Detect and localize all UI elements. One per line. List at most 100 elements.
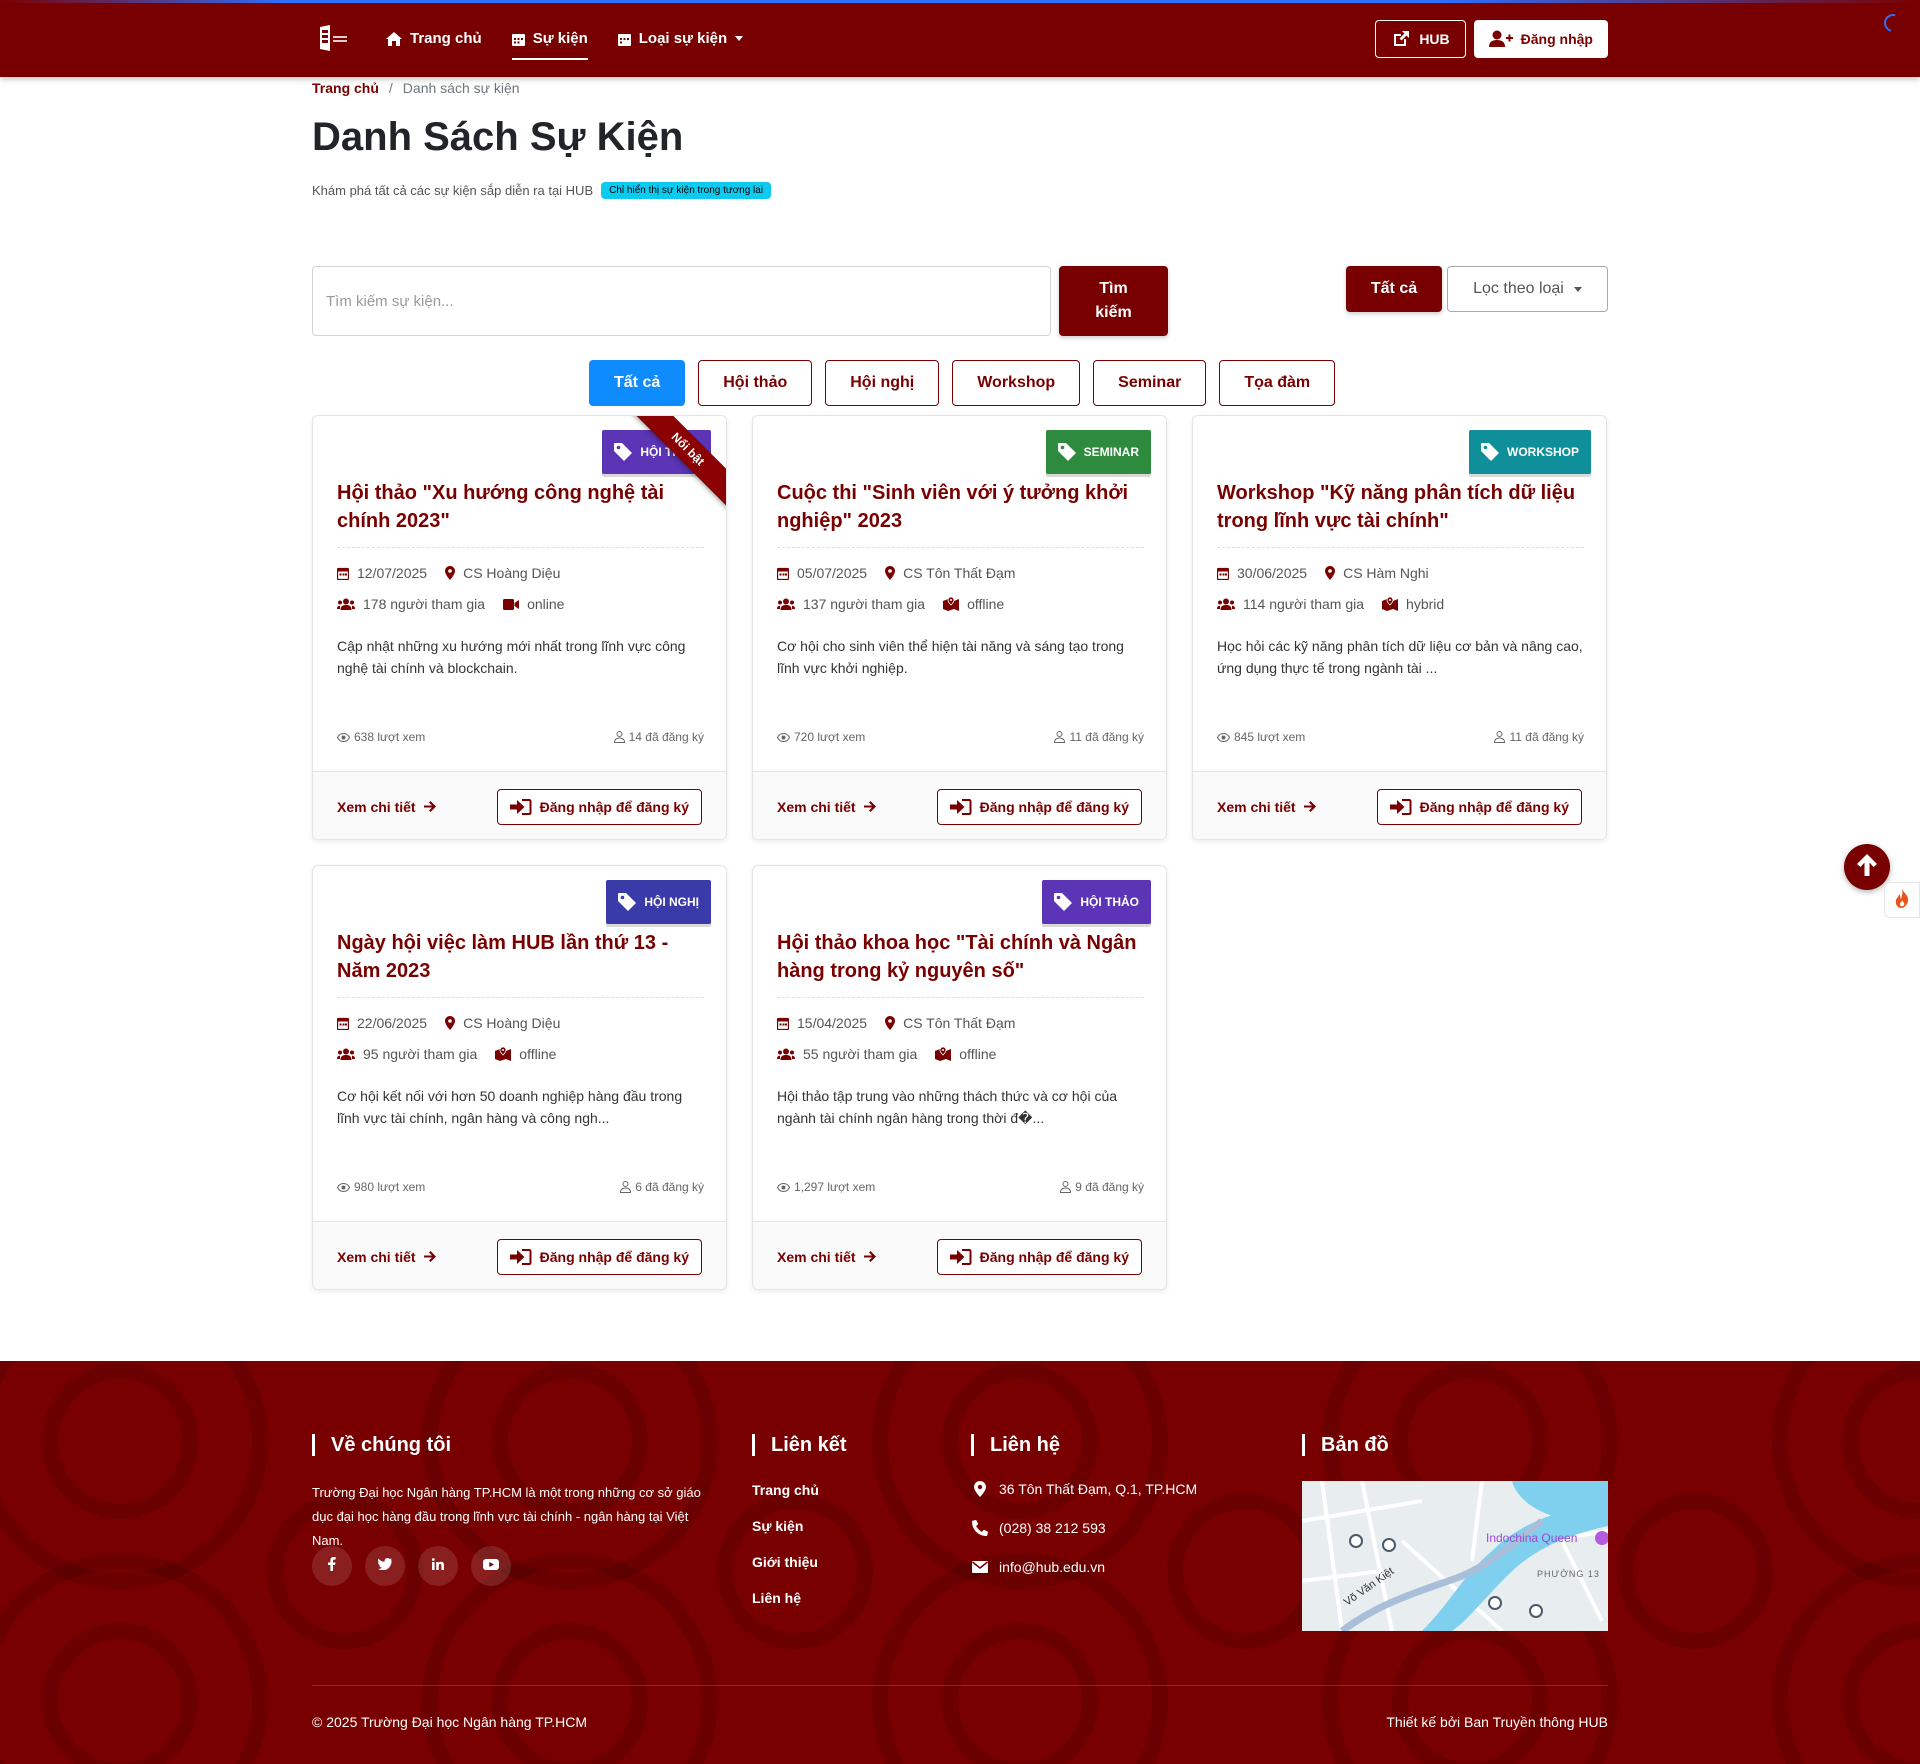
sign-in-icon	[949, 1248, 972, 1266]
footer-link-contact[interactable]: Liên hệ	[752, 1590, 801, 1606]
category-pill-hoi-thao[interactable]: Hội thảo	[698, 360, 813, 406]
event-participants: 95 người tham gia	[363, 1046, 478, 1062]
view-detail-link[interactable]: Xem chi tiết	[777, 1249, 876, 1265]
category-pill-workshop[interactable]: Workshop	[952, 360, 1081, 406]
event-type-badge: WORKSHOP	[1469, 430, 1591, 474]
footer-link-events[interactable]: Sự kiện	[752, 1518, 803, 1534]
event-type-badge: SEMINAR	[1045, 430, 1151, 474]
event-card[interactable]: HỘI NGHỊ Ngày hội việc làm HUB lần thứ 1…	[312, 865, 727, 1290]
phone-icon	[971, 1520, 989, 1536]
login-button[interactable]: Đăng nhập	[1473, 19, 1608, 58]
event-meta-row: 05/07/2025 CS Tôn Thất Đạm	[777, 565, 1015, 581]
event-views-text: 1,297 lượt xem	[794, 1180, 876, 1194]
show-all-button[interactable]: Tất cả	[1346, 266, 1442, 312]
card-divider	[337, 547, 704, 548]
event-location: CS Hoàng Diệu	[463, 1015, 561, 1031]
login-to-register-button[interactable]: Đăng nhập để đăng ký	[496, 788, 702, 825]
login-to-register-button[interactable]: Đăng nhập để đăng ký	[496, 1238, 702, 1275]
breadcrumb-home-link[interactable]: Trang chủ	[312, 80, 379, 96]
login-to-register-label: Đăng nhập để đăng ký	[1419, 798, 1569, 815]
event-card[interactable]: SEMINAR Cuộc thi "Sinh viên với ý tưởng …	[752, 415, 1167, 840]
search-button[interactable]: Tìm kiếm	[1059, 266, 1168, 336]
map-marker-icon	[1325, 566, 1336, 580]
event-mode: offline	[967, 596, 1005, 612]
event-participants: 137 người tham gia	[803, 596, 926, 612]
event-views: 845 lượt xem	[1217, 730, 1305, 744]
login-to-register-button[interactable]: Đăng nhập để đăng ký	[936, 788, 1142, 825]
event-registered: 14 đã đăng ký	[613, 730, 704, 744]
envelope-icon	[971, 1561, 989, 1573]
view-detail-link[interactable]: Xem chi tiết	[337, 1249, 436, 1265]
side-fire-widget[interactable]	[1884, 882, 1920, 918]
calendar-icon	[777, 567, 789, 580]
view-detail-link[interactable]: Xem chi tiết	[1217, 799, 1316, 815]
view-detail-label: Xem chi tiết	[337, 798, 416, 815]
youtube-button[interactable]	[471, 1546, 511, 1586]
event-card[interactable]: HỘI THẢO Hội thảo khoa học "Tài chính và…	[752, 865, 1167, 1290]
event-views: 980 lượt xem	[337, 1180, 425, 1194]
navbar-inner: Trang chủ Sự kiện Loại sự kiện HUB Đăng …	[312, 0, 1608, 77]
event-registered: 9 đã đăng ký	[1060, 1180, 1144, 1194]
scroll-to-top-button[interactable]	[1844, 844, 1890, 890]
event-title[interactable]: Cuộc thi "Sinh viên với ý tưởng khởi ngh…	[777, 479, 1147, 535]
footer-map[interactable]: Indochina Queen PHƯỜNG 13 Võ Văn Kiệt	[1302, 1481, 1608, 1631]
footer-about-title: Về chúng tôi	[312, 1434, 451, 1456]
filter-by-type-label: Lọc theo loại	[1473, 280, 1564, 297]
login-to-register-label: Đăng nhập để đăng ký	[979, 1248, 1129, 1265]
map-marker-icon	[971, 1481, 989, 1497]
category-pill-hoi-nghi[interactable]: Hội nghị	[825, 360, 940, 406]
category-pill-seminar[interactable]: Seminar	[1093, 360, 1207, 406]
users-icon	[777, 1048, 795, 1060]
event-title[interactable]: Workshop "Kỹ năng phân tích dữ liệu tron…	[1217, 479, 1587, 535]
footer-designer-credit: Thiết kế bởi Ban Truyền thông HUB	[1386, 1714, 1608, 1730]
event-title[interactable]: Ngày hội việc làm HUB lần thứ 13 - Năm 2…	[337, 929, 707, 985]
login-button-label: Đăng nhập	[1520, 30, 1593, 47]
login-to-register-label: Đăng nhập để đăng ký	[979, 798, 1129, 815]
hub-logo[interactable]	[312, 19, 352, 59]
map-ward-label: PHƯỜNG 13	[1537, 1569, 1600, 1579]
footer-map-title: Bản đồ	[1302, 1434, 1389, 1456]
event-date: 30/06/2025	[1237, 565, 1308, 581]
calendar-icon	[617, 32, 631, 46]
hub-button[interactable]: HUB	[1375, 19, 1466, 58]
event-meta-row: 95 người tham gia offline	[337, 1046, 556, 1062]
footer-phone-text: (028) 38 212 593	[999, 1520, 1106, 1536]
login-to-register-button[interactable]: Đăng nhập để đăng ký	[936, 1238, 1142, 1275]
nav-event-types-label: Loại sự kiện	[638, 30, 728, 47]
event-card[interactable]: WORKSHOP Workshop "Kỹ năng phân tích dữ …	[1192, 415, 1607, 840]
view-detail-link[interactable]: Xem chi tiết	[337, 799, 436, 815]
arrow-up-icon	[1856, 853, 1878, 882]
user-icon	[620, 1181, 632, 1193]
footer-link-home[interactable]: Trang chủ	[752, 1482, 819, 1498]
event-title[interactable]: Hội thảo "Xu hướng công nghệ tài chính 2…	[337, 479, 707, 535]
category-pill-toa-dam[interactable]: Tọa đàm	[1219, 360, 1336, 406]
nav-home[interactable]: Trang chủ	[386, 0, 482, 77]
calendar-icon	[337, 567, 349, 580]
event-location: CS Tôn Thất Đạm	[903, 565, 1016, 581]
search-input[interactable]	[312, 266, 1051, 336]
arrow-right-icon	[863, 1251, 876, 1262]
event-type-label: HỘI THẢO	[1080, 895, 1139, 909]
event-stats: 845 lượt xem 11 đã đăng ký	[1217, 730, 1584, 744]
event-views-text: 720 lượt xem	[794, 730, 866, 744]
login-to-register-button[interactable]: Đăng nhập để đăng ký	[1376, 788, 1582, 825]
nav-event-types-dropdown[interactable]: Loại sự kiện	[617, 0, 744, 77]
view-detail-label: Xem chi tiết	[777, 1248, 856, 1265]
twitter-button[interactable]	[365, 1546, 405, 1586]
event-views-text: 980 lượt xem	[354, 1180, 426, 1194]
footer-link-about[interactable]: Giới thiệu	[752, 1554, 818, 1570]
event-title[interactable]: Hội thảo khoa học "Tài chính và Ngân hàn…	[777, 929, 1147, 985]
event-stats: 638 lượt xem 14 đã đăng ký	[337, 730, 704, 744]
linkedin-button[interactable]	[418, 1546, 458, 1586]
event-stats: 720 lượt xem 11 đã đăng ký	[777, 730, 1144, 744]
arrow-right-icon	[423, 801, 436, 812]
map-marker-icon	[445, 566, 456, 580]
facebook-button[interactable]	[312, 1546, 352, 1586]
filter-by-type-dropdown[interactable]: Lọc theo loại	[1447, 266, 1608, 312]
nav-events[interactable]: Sự kiện	[511, 0, 588, 77]
facebook-icon	[328, 1556, 336, 1576]
view-detail-link[interactable]: Xem chi tiết	[777, 799, 876, 815]
event-card[interactable]: HỘI THẢO Nổi bật Hội thảo "Xu hướng công…	[312, 415, 727, 840]
category-pill-all[interactable]: Tất cả	[589, 360, 686, 406]
card-footer: Xem chi tiết Đăng nhập để đăng ký	[753, 771, 1166, 839]
